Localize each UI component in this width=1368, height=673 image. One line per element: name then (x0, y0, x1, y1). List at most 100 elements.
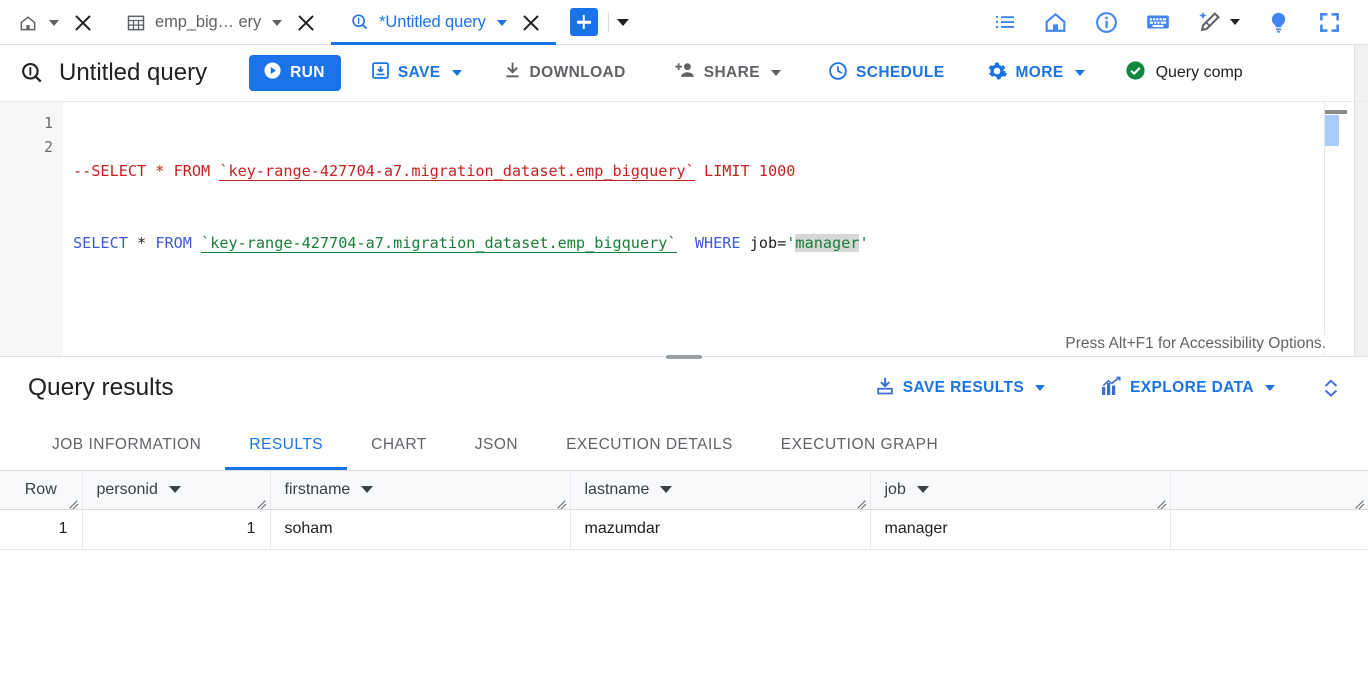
download-button-label: DOWNLOAD (530, 64, 626, 82)
tab-home[interactable] (0, 0, 108, 45)
tab-execution-graph[interactable]: EXECUTION GRAPH (757, 419, 962, 470)
accessibility-hint: Press Alt+F1 for Accessibility Options. (1061, 335, 1330, 353)
column-menu-caret[interactable] (917, 486, 929, 493)
column-header-job[interactable]: job (870, 471, 1170, 509)
minimap-viewport[interactable] (1325, 115, 1339, 146)
tab-untitled-query-close-icon[interactable] (520, 12, 542, 34)
code-token: * (128, 234, 155, 252)
explore-data-caret[interactable] (1265, 385, 1275, 391)
tab-emp-bigquery[interactable]: emp_big… ery (108, 0, 331, 45)
query-toolbar: Untitled query RUN SAVE DOWNLOAD SHARE S… (0, 45, 1368, 102)
results-actions: SAVE RESULTS EXPLORE DATA (861, 370, 1346, 406)
toolbar-scrollbar[interactable] (1354, 45, 1368, 101)
code-token-keyword: FROM (155, 234, 192, 252)
list-icon[interactable] (993, 10, 1017, 34)
new-tab-options-caret[interactable] (617, 19, 629, 26)
code-line-1: --SELECT * FROM `key-range-427704-a7.mig… (73, 159, 1368, 183)
column-menu-caret[interactable] (169, 486, 181, 493)
column-header-lastname[interactable]: lastname (570, 471, 870, 509)
home-icon[interactable] (1043, 10, 1068, 35)
editor-minimap[interactable] (1324, 102, 1338, 356)
download-button[interactable]: DOWNLOAD (489, 55, 639, 91)
column-header-personid[interactable]: personid (82, 471, 270, 509)
save-results-caret[interactable] (1035, 385, 1045, 391)
tabbar-right-icons (993, 0, 1368, 44)
sql-editor[interactable]: 1 2 --SELECT * FROM `key-range-427704-a7… (0, 102, 1368, 357)
column-resize-grip[interactable] (1156, 496, 1168, 508)
gear-icon (986, 60, 1008, 87)
fullscreen-icon[interactable] (1317, 10, 1342, 35)
tab-emp-bigquery-label: emp_big… ery (155, 13, 261, 32)
explore-data-button[interactable]: EXPLORE DATA (1086, 370, 1288, 406)
person-add-icon (674, 59, 697, 87)
cell-lastname: mazumdar (570, 509, 870, 549)
check-circle-icon (1124, 59, 1147, 87)
cell-job: manager (870, 509, 1170, 549)
save-button[interactable]: SAVE (357, 55, 475, 91)
tab-untitled-query[interactable]: *Untitled query (331, 0, 556, 45)
cell-empty (1170, 509, 1368, 549)
magic-edit-icon[interactable] (1197, 9, 1240, 35)
results-tabs: JOB INFORMATION RESULTS CHART JSON EXECU… (0, 419, 1368, 471)
save-icon (370, 60, 391, 86)
tab-home-caret[interactable] (49, 20, 59, 26)
column-header-firstname[interactable]: firstname (270, 471, 570, 509)
table-row[interactable]: 1 1 soham mazumdar manager (0, 509, 1368, 549)
code-token: LIMIT 1000 (695, 162, 796, 180)
code-token: ' (859, 234, 868, 252)
info-icon[interactable] (1094, 10, 1119, 35)
column-header-row-label: Row (25, 481, 57, 498)
tab-home-close-icon[interactable] (72, 12, 94, 34)
expand-collapse-icon[interactable] (1316, 378, 1346, 398)
query-icon (349, 12, 370, 33)
save-caret[interactable] (452, 70, 462, 76)
tab-untitled-query-caret[interactable] (497, 20, 507, 26)
keyboard-icon[interactable] (1145, 9, 1171, 35)
table-header-row: Row personid firstname lastname (0, 471, 1368, 509)
column-menu-caret[interactable] (660, 486, 672, 493)
column-header-lastname-label: lastname (585, 481, 650, 499)
line-number: 2 (0, 135, 53, 159)
cell-firstname: soham (270, 509, 570, 549)
add-tab-button[interactable] (570, 8, 598, 36)
panel-resize-handle[interactable] (666, 355, 702, 359)
tab-untitled-query-label: *Untitled query (379, 13, 486, 32)
tab-emp-bigquery-caret[interactable] (272, 20, 282, 26)
page-title: Untitled query (59, 59, 207, 87)
lightbulb-icon[interactable] (1266, 10, 1291, 35)
column-resize-grip[interactable] (856, 496, 868, 508)
results-title: Query results (28, 374, 174, 402)
code-token-table-ref: `key-range-427704-a7.migration_dataset.e… (201, 234, 676, 253)
tab-chart[interactable]: CHART (347, 419, 451, 470)
more-caret[interactable] (1075, 70, 1085, 76)
query-results-header: Query results SAVE RESULTS EXPLORE DATA (0, 357, 1368, 419)
column-resize-grip[interactable] (256, 496, 268, 508)
tab-job-information[interactable]: JOB INFORMATION (28, 419, 225, 470)
editor-code-area[interactable]: --SELECT * FROM `key-range-427704-a7.mig… (63, 102, 1368, 356)
run-button[interactable]: RUN (249, 55, 341, 91)
column-header-firstname-label: firstname (285, 481, 351, 499)
code-token (192, 234, 201, 252)
save-results-button[interactable]: SAVE RESULTS (861, 370, 1058, 406)
tab-execution-details[interactable]: EXECUTION DETAILS (542, 419, 757, 470)
schedule-button[interactable]: SCHEDULE (814, 55, 957, 91)
cell-row-number: 1 (0, 509, 82, 549)
share-caret[interactable] (771, 70, 781, 76)
tab-json[interactable]: JSON (451, 419, 542, 470)
column-menu-caret[interactable] (361, 486, 373, 493)
column-resize-grip[interactable] (1354, 496, 1366, 508)
run-button-label: RUN (290, 64, 325, 82)
editor-vertical-scrollbar[interactable] (1354, 102, 1368, 356)
column-resize-grip[interactable] (556, 496, 568, 508)
column-header-row: Row (0, 471, 82, 509)
tab-emp-bigquery-close-icon[interactable] (295, 12, 317, 34)
share-button[interactable]: SHARE (661, 55, 794, 91)
magic-edit-caret[interactable] (1230, 19, 1240, 25)
code-line-2: SELECT * FROM `key-range-427704-a7.migra… (73, 231, 1368, 255)
query-status-label: Query comp (1156, 64, 1243, 82)
more-button[interactable]: MORE (973, 55, 1097, 91)
column-resize-grip[interactable] (68, 496, 80, 508)
tab-results[interactable]: RESULTS (225, 419, 347, 470)
column-header-job-label: job (885, 481, 906, 499)
editor-gutter: 1 2 (0, 102, 63, 356)
